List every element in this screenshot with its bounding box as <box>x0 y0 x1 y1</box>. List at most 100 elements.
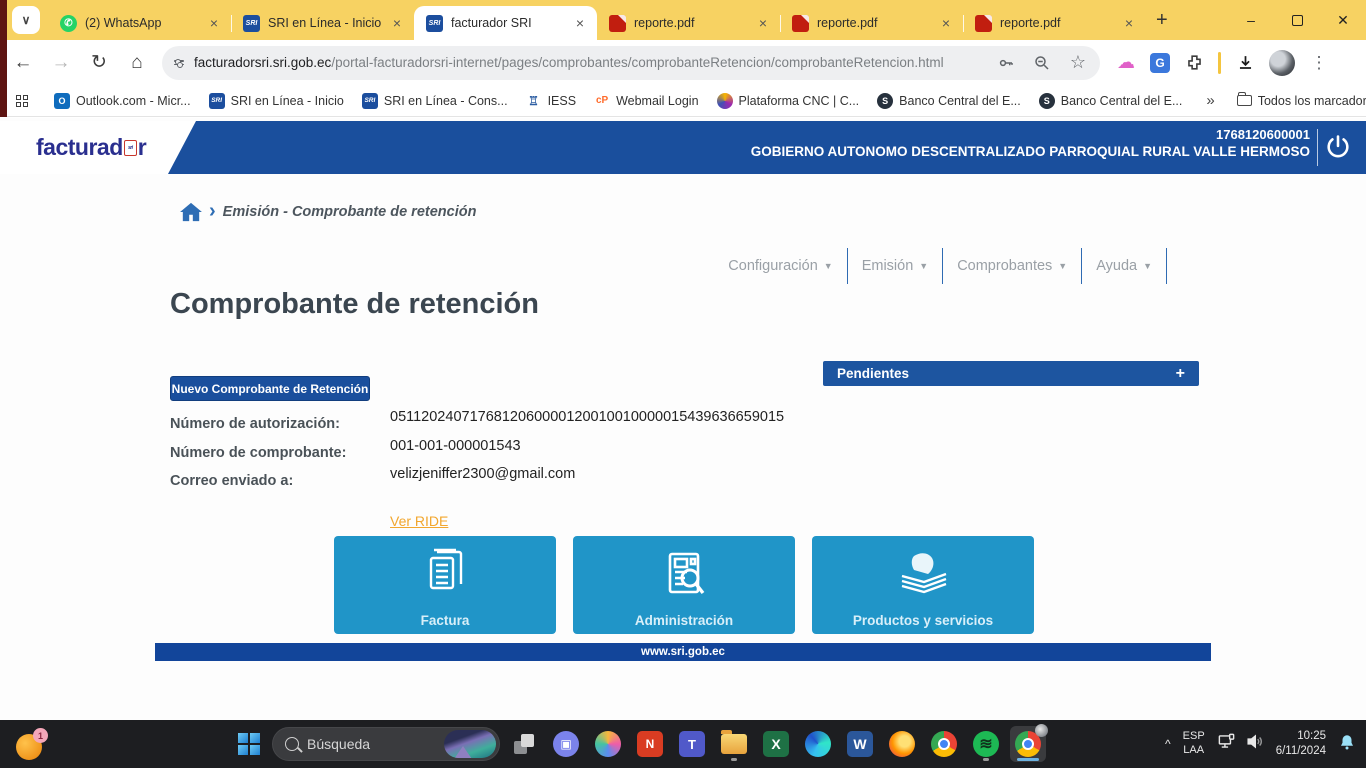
menu-configuracion[interactable]: Configuración▼ <box>714 248 847 284</box>
firefox-button[interactable] <box>884 726 920 762</box>
menu-kebab-icon[interactable]: ⋮ <box>1309 53 1329 73</box>
lang-top: ESP <box>1183 730 1205 744</box>
chrome-profile-button[interactable] <box>1010 726 1046 762</box>
close-icon[interactable]: × <box>1122 15 1136 31</box>
field-label-correo: Correo enviado a: <box>170 473 390 489</box>
sheets-stack-icon <box>812 548 1034 600</box>
word-button[interactable]: W <box>842 726 878 762</box>
tab-sri-inicio[interactable]: SRI SRI en Línea - Inicio × <box>231 6 414 40</box>
maximize-button[interactable] <box>1274 0 1320 40</box>
tab-whatsapp[interactable]: ✆ (2) WhatsApp × <box>48 6 231 40</box>
task-view-button[interactable] <box>506 726 542 762</box>
menu-comprobantes[interactable]: Comprobantes▼ <box>943 248 1082 284</box>
minimize-button[interactable]: – <box>1228 0 1274 40</box>
chrome-button[interactable] <box>926 726 962 762</box>
teams-button[interactable]: T <box>674 726 710 762</box>
footer-url[interactable]: www.sri.gob.ec <box>641 646 725 658</box>
reload-button[interactable]: ↻ <box>84 48 114 78</box>
menu-ayuda[interactable]: Ayuda▼ <box>1082 248 1167 284</box>
menu-label: Emisión <box>862 258 914 274</box>
tab-reporte-pdf-1[interactable]: reporte.pdf × <box>597 6 780 40</box>
all-bookmarks[interactable]: Todos los marcadores <box>1237 94 1366 108</box>
bookmark-iess[interactable]: ♖ IESS <box>526 93 577 109</box>
pdf-app-button[interactable]: N <box>632 726 668 762</box>
site-header: facturadsrir 1768120600001 GOBIERNO AUTO… <box>0 121 1366 174</box>
close-icon[interactable]: × <box>390 15 404 31</box>
close-icon[interactable]: × <box>573 15 587 31</box>
zoom-out-icon[interactable] <box>1032 53 1052 73</box>
facturador-logo[interactable]: facturadsrir <box>36 134 146 161</box>
pdf-icon <box>975 15 992 32</box>
forward-button[interactable]: → <box>46 48 76 78</box>
bookmark-star-icon[interactable]: ☆ <box>1068 53 1088 73</box>
bookmark-outlook[interactable]: O Outlook.com - Micr... <box>54 93 191 109</box>
bookmark-label: Banco Central del E... <box>899 94 1021 108</box>
logout-power-button[interactable] <box>1324 133 1352 161</box>
chat-app-button[interactable]: ▣ <box>548 726 584 762</box>
bookmark-sri-inicio[interactable]: SRI SRI en Línea - Inicio <box>209 93 344 109</box>
tile-factura[interactable]: Factura <box>334 536 556 634</box>
pendientes-panel-header[interactable]: Pendientes + <box>823 361 1199 386</box>
tab-facturador-sri[interactable]: SRI facturador SRI × <box>414 6 597 40</box>
translate-icon[interactable]: G <box>1150 53 1170 73</box>
taskbar-search[interactable]: Búsqueda <box>272 727 500 761</box>
address-bar[interactable]: facturadorsri.sri.gob.ec/portal-facturad… <box>162 46 1100 80</box>
toolbar-extensions-area: ☁ G ⋮ <box>1116 50 1329 76</box>
profile-avatar[interactable] <box>1269 50 1295 76</box>
copilot-button[interactable] <box>590 726 626 762</box>
close-icon[interactable]: × <box>939 15 953 31</box>
tab-reporte-pdf-2[interactable]: reporte.pdf × <box>780 6 963 40</box>
bookmark-cnc[interactable]: Plataforma CNC | C... <box>717 93 860 109</box>
back-button[interactable]: ← <box>8 48 38 78</box>
invoice-stack-icon <box>334 548 556 600</box>
logo-text: facturad <box>36 134 123 161</box>
weather-extension-icon[interactable]: ☁ <box>1116 53 1136 73</box>
tray-chevron-up-icon[interactable]: ^ <box>1165 737 1171 751</box>
excel-button[interactable]: X <box>758 726 794 762</box>
network-icon[interactable] <box>1217 732 1236 756</box>
home-icon[interactable] <box>180 202 202 222</box>
new-tab-button[interactable]: + <box>1156 9 1168 32</box>
bookmarks-overflow-chevron[interactable]: » <box>1206 92 1214 109</box>
bookmark-webmail[interactable]: cP Webmail Login <box>594 93 698 109</box>
desktop-edge-strip <box>0 0 7 117</box>
bookmark-label: Plataforma CNC | C... <box>739 94 860 108</box>
apps-grid-icon[interactable] <box>16 95 28 107</box>
close-window-button[interactable]: ✕ <box>1320 0 1366 40</box>
close-icon[interactable]: × <box>756 15 770 31</box>
password-key-icon[interactable] <box>996 53 1016 73</box>
downloads-icon[interactable] <box>1235 53 1255 73</box>
expand-plus-icon[interactable]: + <box>1176 365 1185 383</box>
taskbar-center: Búsqueda ▣ N T X W <box>232 720 1046 768</box>
notification-bell-icon[interactable] <box>1338 733 1356 756</box>
edge-button[interactable] <box>800 726 836 762</box>
start-button[interactable] <box>232 727 266 761</box>
tile-productos-servicios[interactable]: Productos y servicios <box>812 536 1034 634</box>
bce-icon: S <box>1039 93 1055 109</box>
ver-ride-link[interactable]: Ver RIDE <box>390 513 448 529</box>
menu-label: Comprobantes <box>957 258 1052 274</box>
tab-reporte-pdf-3[interactable]: reporte.pdf × <box>963 6 1146 40</box>
bookmark-bce-2[interactable]: S Banco Central del E... <box>1039 93 1183 109</box>
clock[interactable]: 10:25 6/11/2024 <box>1276 729 1326 759</box>
language-indicator[interactable]: ESP LAA <box>1183 730 1205 758</box>
search-icon <box>285 737 299 751</box>
new-retention-button[interactable]: Nuevo Comprobante de Retención <box>170 376 370 401</box>
home-button[interactable]: ⌂ <box>122 48 152 78</box>
tile-administracion[interactable]: Administración <box>573 536 795 634</box>
bookmark-sri-consultas[interactable]: SRI SRI en Línea - Cons... <box>362 93 508 109</box>
tab-search-button[interactable]: ∨ <box>12 6 40 34</box>
search-highlight-image[interactable] <box>444 730 496 758</box>
volume-icon[interactable] <box>1245 732 1264 756</box>
menu-emision[interactable]: Emisión▼ <box>848 248 944 284</box>
cpanel-icon: cP <box>594 93 610 109</box>
site-settings-icon[interactable] <box>174 60 184 65</box>
file-explorer-button[interactable] <box>716 726 752 762</box>
url-text[interactable]: facturadorsri.sri.gob.ec/portal-facturad… <box>194 55 986 70</box>
taskbar-notification-app[interactable]: 1 <box>16 728 48 760</box>
extensions-puzzle-icon[interactable] <box>1184 53 1204 73</box>
bookmark-bce-1[interactable]: S Banco Central del E... <box>877 93 1021 109</box>
web-page: facturadsrir 1768120600001 GOBIERNO AUTO… <box>0 118 1366 720</box>
spotify-button[interactable] <box>968 726 1004 762</box>
close-icon[interactable]: × <box>207 15 221 31</box>
